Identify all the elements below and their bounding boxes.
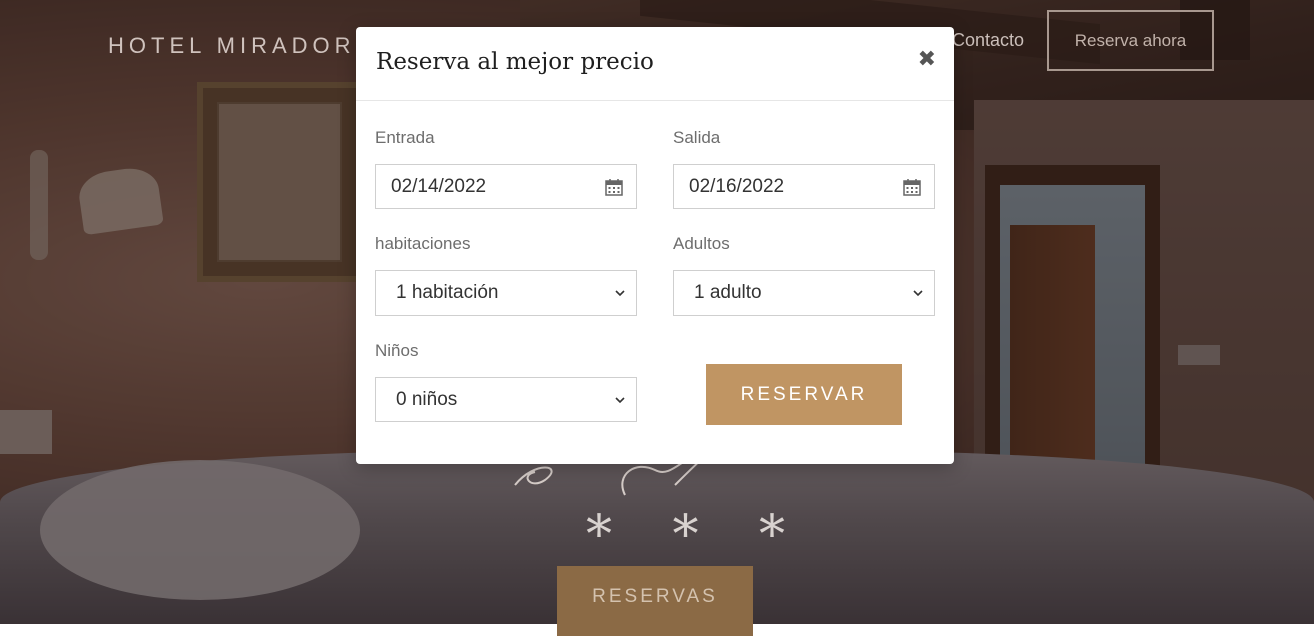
hotel-stars: * * * bbox=[586, 505, 808, 565]
rooms-select-value: 1 habitación bbox=[396, 282, 499, 303]
close-icon[interactable]: ✖ bbox=[918, 47, 936, 72]
checkout-date-value: 02/16/2022 bbox=[689, 175, 785, 197]
modal-header: Reserva al mejor precio ✖ bbox=[356, 27, 954, 101]
calendar-icon[interactable] bbox=[604, 178, 624, 196]
checkout-label: Salida bbox=[673, 128, 721, 147]
reservas-button[interactable]: RESERVAS bbox=[557, 566, 753, 636]
chevron-down-icon bbox=[615, 290, 625, 297]
booking-modal: Reserva al mejor precio ✖ Entrada 02/14/… bbox=[356, 27, 954, 464]
reserva-ahora-button[interactable]: Reserva ahora bbox=[1047, 10, 1214, 71]
checkin-label: Entrada bbox=[375, 128, 435, 147]
reservar-button[interactable]: RESERVAR bbox=[706, 364, 902, 425]
rooms-select[interactable]: 1 habitación bbox=[375, 270, 637, 316]
modal-title: Reserva al mejor precio bbox=[376, 49, 654, 75]
chevron-down-icon bbox=[913, 290, 923, 297]
rooms-label: habitaciones bbox=[375, 234, 471, 253]
chevron-down-icon bbox=[615, 396, 625, 403]
adults-select-value: 1 adulto bbox=[694, 282, 762, 303]
calendar-icon[interactable] bbox=[902, 178, 922, 196]
children-label: Niños bbox=[375, 341, 419, 360]
hotel-logo[interactable]: HOTEL MIRADOR bbox=[108, 33, 356, 59]
adults-label: Adultos bbox=[673, 234, 730, 253]
children-select-value: 0 niños bbox=[396, 388, 458, 410]
nav-link-contacto[interactable]: Contacto bbox=[952, 30, 1024, 51]
checkin-date-input[interactable]: 02/14/2022 bbox=[375, 164, 637, 209]
children-select[interactable]: 0 niños bbox=[375, 377, 637, 422]
adults-select[interactable]: 1 adulto bbox=[673, 270, 935, 316]
checkout-date-input[interactable]: 02/16/2022 bbox=[673, 164, 935, 209]
checkin-date-value: 02/14/2022 bbox=[391, 175, 487, 197]
